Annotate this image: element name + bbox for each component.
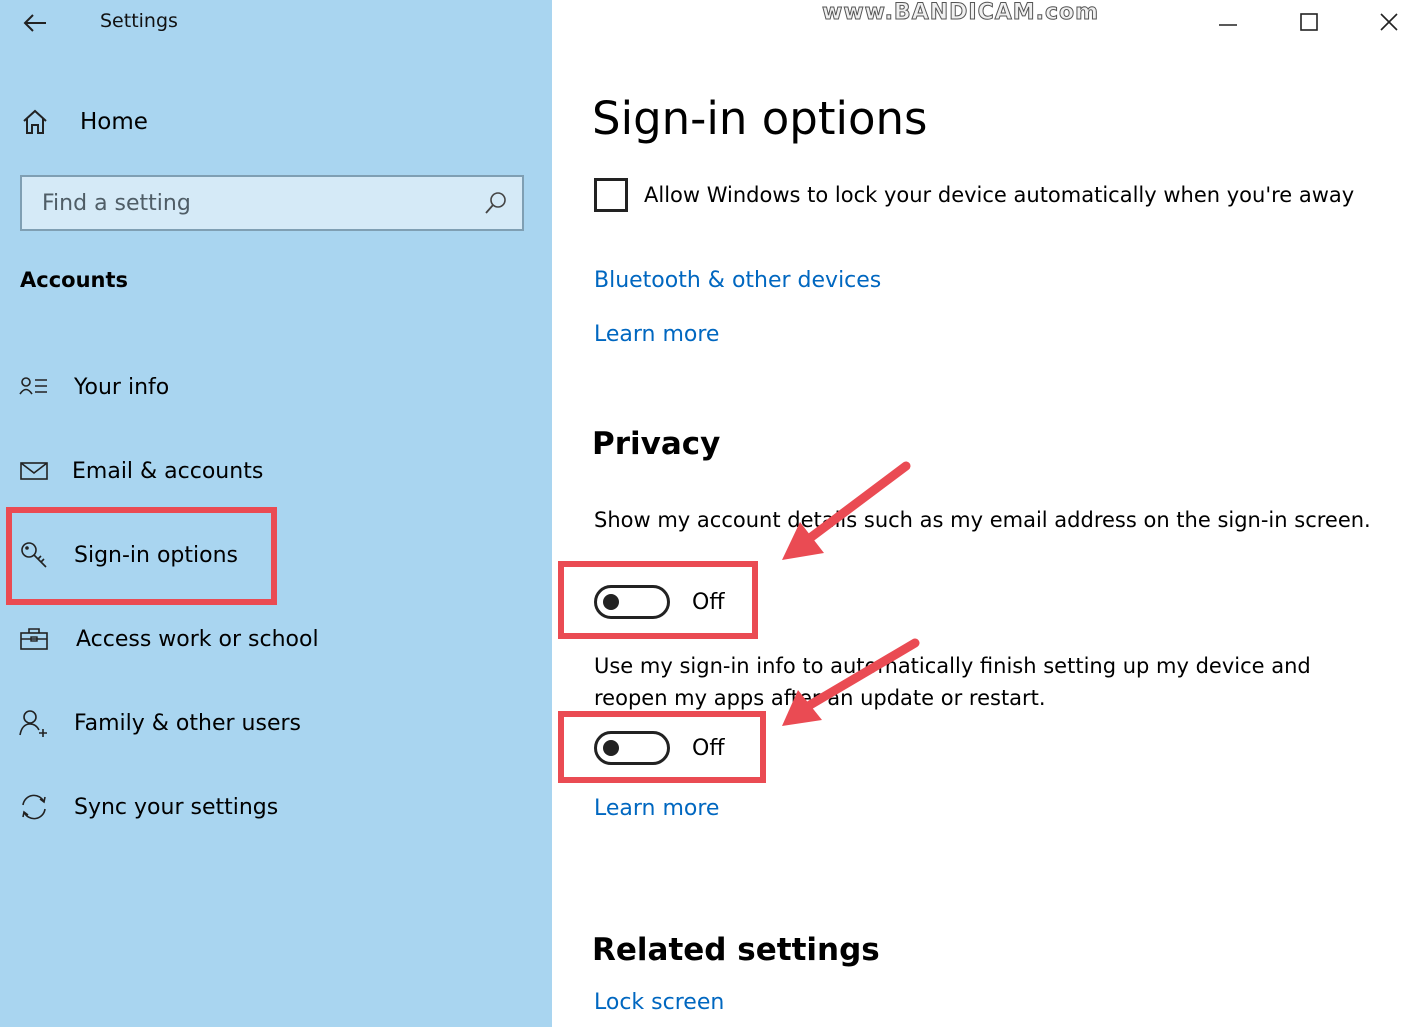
search-input[interactable] — [22, 177, 522, 229]
privacy-setting1-description: Show my account details such as my email… — [594, 508, 1371, 532]
section-label-accounts: Accounts — [20, 268, 129, 292]
learn-more-link[interactable]: Learn more — [594, 322, 719, 347]
sidebar-item-label: Family & other users — [74, 710, 301, 736]
person-list-icon — [18, 371, 50, 403]
home-label: Home — [80, 109, 148, 135]
close-icon — [1380, 13, 1398, 31]
watermark: www.BANDICAM.com — [821, 0, 1100, 26]
privacy-learn-more-link[interactable]: Learn more — [594, 796, 719, 821]
annotation-highlight-toggle-2 — [558, 711, 766, 783]
sidebar-item-your-info[interactable]: Your info — [18, 367, 169, 407]
home-icon — [23, 109, 47, 134]
search-box[interactable] — [20, 175, 524, 231]
sidebar-item-label: Sync your settings — [74, 794, 279, 820]
sidebar-item-family-other-users[interactable]: Family & other users — [18, 703, 301, 743]
bluetooth-devices-link[interactable]: Bluetooth & other devices — [594, 268, 881, 293]
minimize-icon — [1219, 24, 1237, 26]
main-content: www.BANDICAM.com Sign-in options Allow W… — [552, 0, 1413, 1027]
related-settings-heading: Related settings — [592, 932, 880, 968]
close-button[interactable] — [1369, 6, 1409, 38]
sidebar-item-sync-settings[interactable]: Sync your settings — [18, 787, 278, 827]
person-add-icon — [18, 707, 50, 739]
page-title: Sign-in options — [592, 92, 928, 145]
search-icon[interactable] — [484, 191, 508, 217]
sidebar-item-label: Access work or school — [76, 626, 319, 652]
sidebar-item-label: Your info — [74, 374, 170, 400]
lock-screen-link[interactable]: Lock screen — [594, 990, 724, 1015]
app-title: Settings — [100, 10, 178, 32]
sidebar-item-access-work-school[interactable]: Access work or school — [18, 619, 319, 659]
sidebar: Settings Home Accounts Your info — [0, 0, 552, 1027]
maximize-icon — [1300, 13, 1318, 31]
dynamic-lock-checkbox[interactable] — [594, 178, 628, 212]
home-nav[interactable]: Home — [20, 104, 148, 140]
annotation-highlight-sign-in-options — [6, 507, 277, 605]
back-button[interactable] — [20, 8, 50, 38]
sidebar-item-email-accounts[interactable]: Email & accounts — [18, 451, 263, 491]
briefcase-icon — [18, 623, 50, 655]
minimize-button[interactable] — [1208, 6, 1248, 38]
dynamic-lock-label: Allow Windows to lock your device automa… — [644, 183, 1355, 207]
sync-icon — [18, 791, 50, 823]
annotation-highlight-toggle-1 — [558, 561, 758, 639]
privacy-setting2-description: Use my sign-in info to automatically fin… — [594, 654, 1311, 710]
sidebar-item-label: Email & accounts — [72, 458, 264, 484]
back-arrow-icon — [23, 14, 46, 32]
envelope-icon — [18, 455, 50, 487]
dynamic-lock-option[interactable]: Allow Windows to lock your device automa… — [594, 178, 1354, 212]
privacy-heading: Privacy — [592, 426, 721, 462]
maximize-button[interactable] — [1289, 6, 1329, 38]
